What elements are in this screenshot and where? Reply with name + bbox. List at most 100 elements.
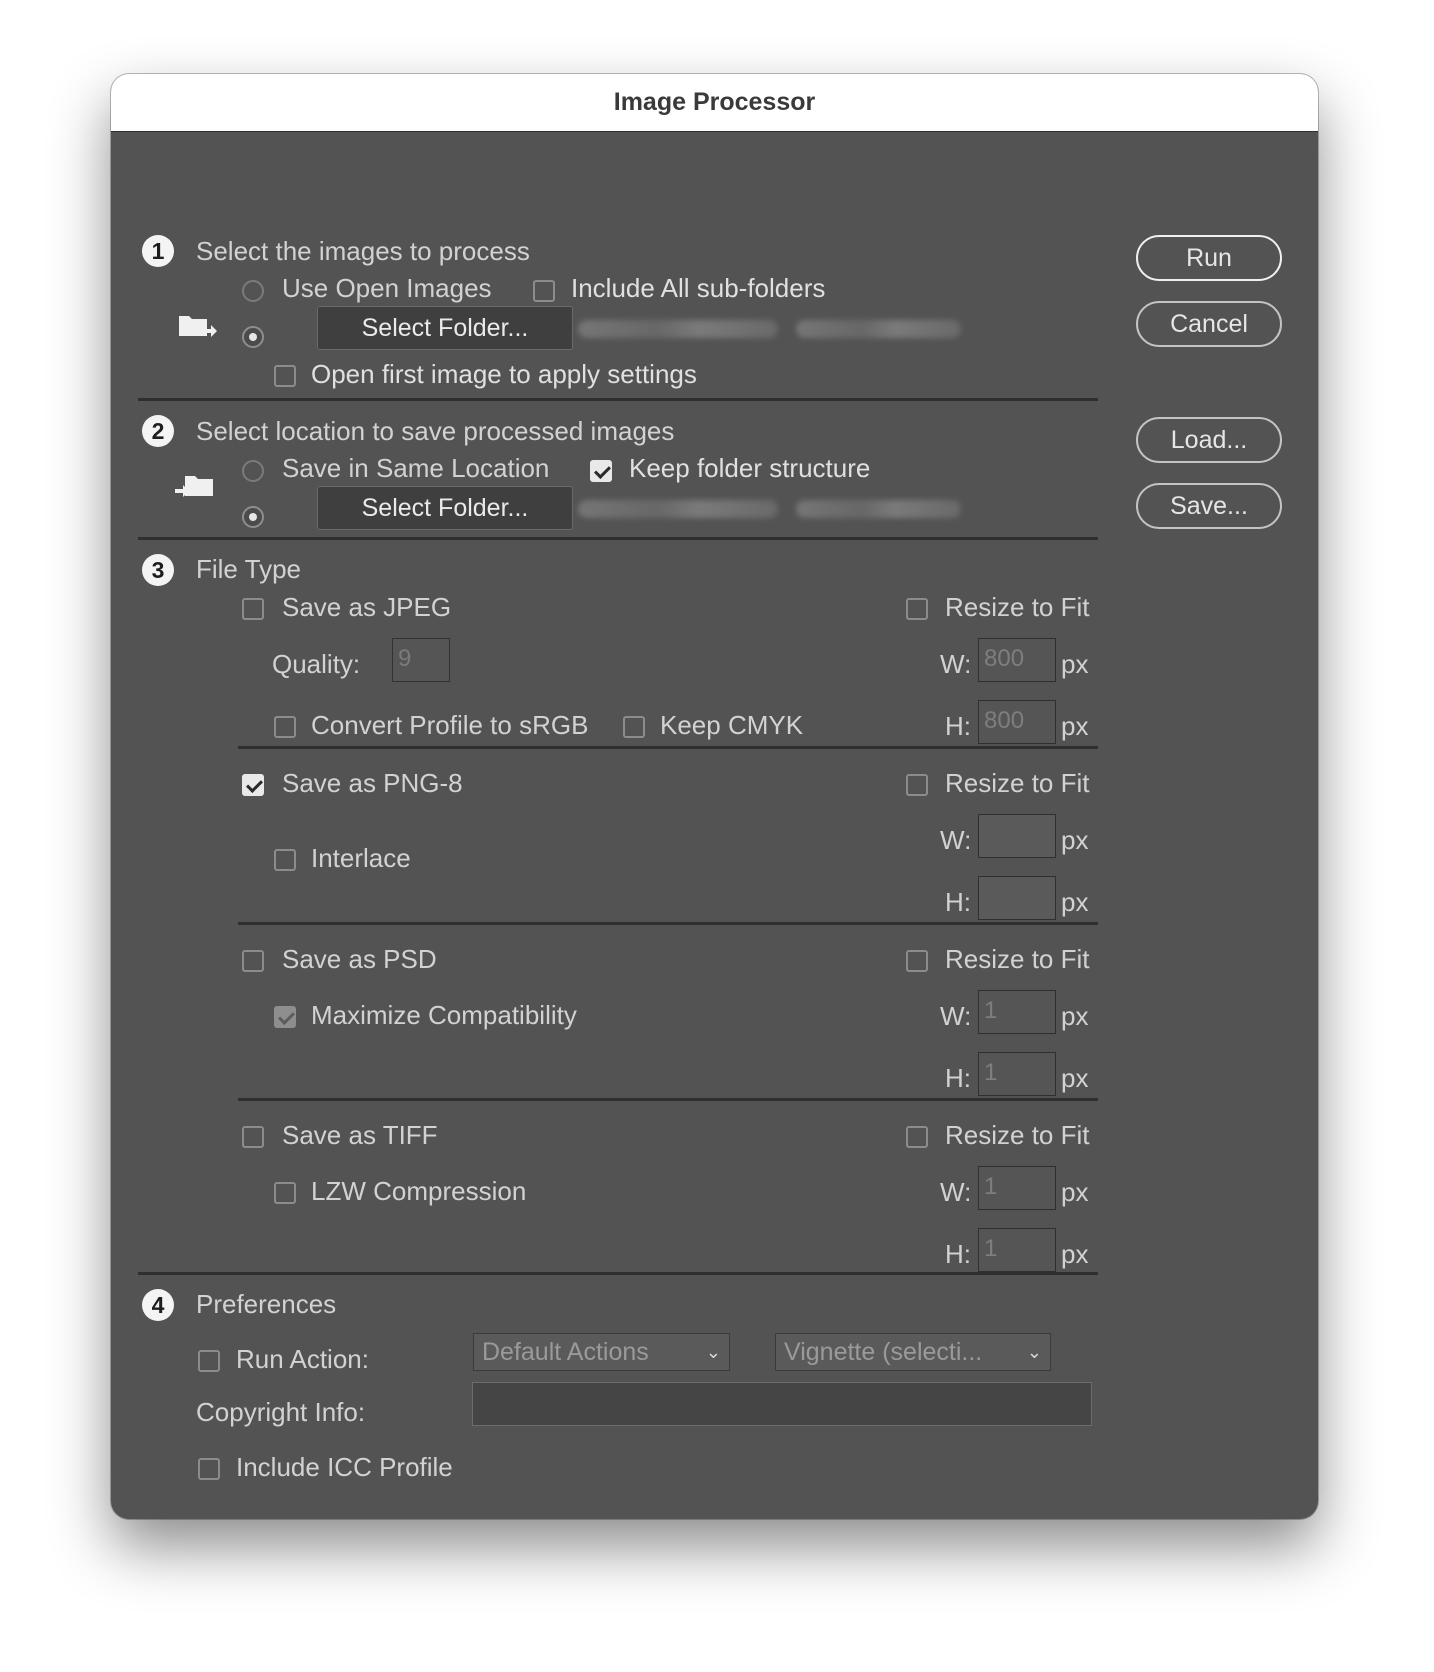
select-source-folder-button[interactable]: Select Folder... bbox=[317, 306, 573, 350]
lzw-compression-checkbox[interactable] bbox=[274, 1182, 296, 1204]
png-width-unit: px bbox=[1061, 825, 1089, 855]
section-divider bbox=[138, 398, 1098, 401]
save-as-jpeg-checkbox[interactable] bbox=[242, 598, 264, 620]
image-processor-dialog: Image Processor Run Cancel Load... Save.… bbox=[111, 74, 1318, 1519]
chevron-down-icon: ⌄ bbox=[705, 1342, 721, 1362]
include-subfolders-label: Include All sub-folders bbox=[571, 273, 826, 303]
psd-resize-label: Resize to Fit bbox=[945, 944, 1090, 974]
jpeg-width-input[interactable]: 800 bbox=[978, 638, 1056, 682]
psd-height-label: H: bbox=[945, 1063, 971, 1093]
include-subfolders-checkbox[interactable] bbox=[533, 280, 555, 302]
save-same-location-radio[interactable] bbox=[242, 460, 264, 482]
jpeg-quality-label: Quality: bbox=[272, 649, 361, 679]
save-same-location-label: Save in Same Location bbox=[282, 453, 550, 483]
tiff-height-input[interactable]: 1 bbox=[978, 1228, 1056, 1272]
step-1-badge: 1 bbox=[142, 235, 174, 267]
file-type-divider bbox=[238, 746, 1098, 749]
include-icc-checkbox[interactable] bbox=[198, 1458, 220, 1480]
copyright-input[interactable] bbox=[472, 1382, 1092, 1426]
keep-cmyk-label: Keep CMYK bbox=[660, 710, 804, 740]
save-as-psd-label: Save as PSD bbox=[282, 944, 437, 974]
cancel-button[interactable]: Cancel bbox=[1136, 301, 1282, 347]
open-first-image-checkbox[interactable] bbox=[274, 365, 296, 387]
tiff-resize-label: Resize to Fit bbox=[945, 1120, 1090, 1150]
png-width-input[interactable] bbox=[978, 814, 1056, 858]
destination-folder-path-2 bbox=[796, 500, 961, 518]
section-2-title: Select location to save processed images bbox=[196, 416, 675, 446]
section-divider bbox=[138, 537, 1098, 540]
convert-profile-checkbox[interactable] bbox=[274, 716, 296, 738]
psd-resize-checkbox[interactable] bbox=[906, 950, 928, 972]
save-button[interactable]: Save... bbox=[1136, 483, 1282, 529]
window-title: Image Processor bbox=[613, 88, 816, 116]
section-divider bbox=[138, 1272, 1098, 1275]
psd-width-label: W: bbox=[940, 1001, 972, 1031]
lzw-compression-label: LZW Compression bbox=[311, 1176, 527, 1206]
source-folder-path bbox=[578, 320, 778, 338]
png-resize-checkbox[interactable] bbox=[906, 774, 928, 796]
action-set-value: Default Actions bbox=[482, 1338, 649, 1366]
section-3-title: File Type bbox=[196, 554, 302, 584]
jpeg-resize-label: Resize to Fit bbox=[945, 592, 1090, 622]
jpeg-width-unit: px bbox=[1061, 649, 1089, 679]
jpeg-height-input[interactable]: 800 bbox=[978, 700, 1056, 744]
convert-profile-label: Convert Profile to sRGB bbox=[311, 710, 589, 740]
run-button[interactable]: Run bbox=[1136, 235, 1282, 281]
interlace-label: Interlace bbox=[311, 843, 411, 873]
use-open-images-radio[interactable] bbox=[242, 280, 264, 302]
psd-height-unit: px bbox=[1061, 1063, 1089, 1093]
action-name-value: Vignette (selecti... bbox=[784, 1338, 983, 1366]
load-button[interactable]: Load... bbox=[1136, 417, 1282, 463]
section-4-title: Preferences bbox=[196, 1289, 337, 1319]
run-action-label: Run Action: bbox=[236, 1344, 369, 1374]
png-resize-label: Resize to Fit bbox=[945, 768, 1090, 798]
tiff-resize-checkbox[interactable] bbox=[906, 1126, 928, 1148]
save-as-tiff-checkbox[interactable] bbox=[242, 1126, 264, 1148]
jpeg-width-label: W: bbox=[940, 649, 972, 679]
save-as-png-label: Save as PNG-8 bbox=[282, 768, 463, 798]
save-as-psd-checkbox[interactable] bbox=[242, 950, 264, 972]
action-set-dropdown[interactable]: Default Actions ⌄ bbox=[473, 1333, 730, 1371]
keep-folder-structure-checkbox[interactable] bbox=[590, 460, 612, 482]
select-destination-folder-radio[interactable] bbox=[242, 506, 264, 528]
png-width-label: W: bbox=[940, 825, 972, 855]
png-height-label: H: bbox=[945, 887, 971, 917]
save-as-png-checkbox[interactable] bbox=[242, 774, 264, 796]
maximize-compatibility-label: Maximize Compatibility bbox=[311, 1000, 577, 1030]
select-destination-folder-button[interactable]: Select Folder... bbox=[317, 486, 573, 530]
tiff-width-unit: px bbox=[1061, 1177, 1089, 1207]
section-1-title: Select the images to process bbox=[196, 236, 530, 266]
maximize-compatibility-checkbox[interactable] bbox=[274, 1006, 296, 1028]
source-folder-icon bbox=[179, 316, 217, 337]
psd-width-unit: px bbox=[1061, 1001, 1089, 1031]
save-as-tiff-label: Save as TIFF bbox=[282, 1120, 438, 1150]
interlace-checkbox[interactable] bbox=[274, 849, 296, 871]
file-type-divider bbox=[238, 1098, 1098, 1101]
select-source-folder-radio[interactable] bbox=[242, 326, 264, 348]
destination-folder-icon bbox=[175, 476, 213, 497]
png-height-unit: px bbox=[1061, 887, 1089, 917]
step-3-badge: 3 bbox=[142, 554, 174, 586]
keep-cmyk-checkbox[interactable] bbox=[623, 716, 645, 738]
png-height-input[interactable] bbox=[978, 876, 1056, 920]
file-type-divider bbox=[238, 922, 1098, 925]
jpeg-height-unit: px bbox=[1061, 711, 1089, 741]
psd-height-input[interactable]: 1 bbox=[978, 1052, 1056, 1096]
jpeg-resize-checkbox[interactable] bbox=[906, 598, 928, 620]
tiff-height-unit: px bbox=[1061, 1239, 1089, 1269]
jpeg-quality-input[interactable]: 9 bbox=[392, 638, 450, 682]
run-action-checkbox[interactable] bbox=[198, 1350, 220, 1372]
action-name-dropdown[interactable]: Vignette (selecti... ⌄ bbox=[775, 1333, 1051, 1371]
destination-folder-path bbox=[578, 500, 778, 518]
include-icc-label: Include ICC Profile bbox=[236, 1452, 453, 1482]
jpeg-height-label: H: bbox=[945, 711, 971, 741]
title-bar: Image Processor bbox=[111, 74, 1318, 132]
psd-width-input[interactable]: 1 bbox=[978, 990, 1056, 1034]
keep-folder-structure-label: Keep folder structure bbox=[629, 453, 871, 483]
chevron-down-icon: ⌄ bbox=[1026, 1342, 1042, 1362]
tiff-width-input[interactable]: 1 bbox=[978, 1166, 1056, 1210]
source-folder-path-2 bbox=[796, 320, 961, 338]
step-2-badge: 2 bbox=[142, 415, 174, 447]
step-4-badge: 4 bbox=[142, 1289, 174, 1321]
dialog-content: Run Cancel Load... Save... 1 Select the … bbox=[111, 132, 1318, 1519]
